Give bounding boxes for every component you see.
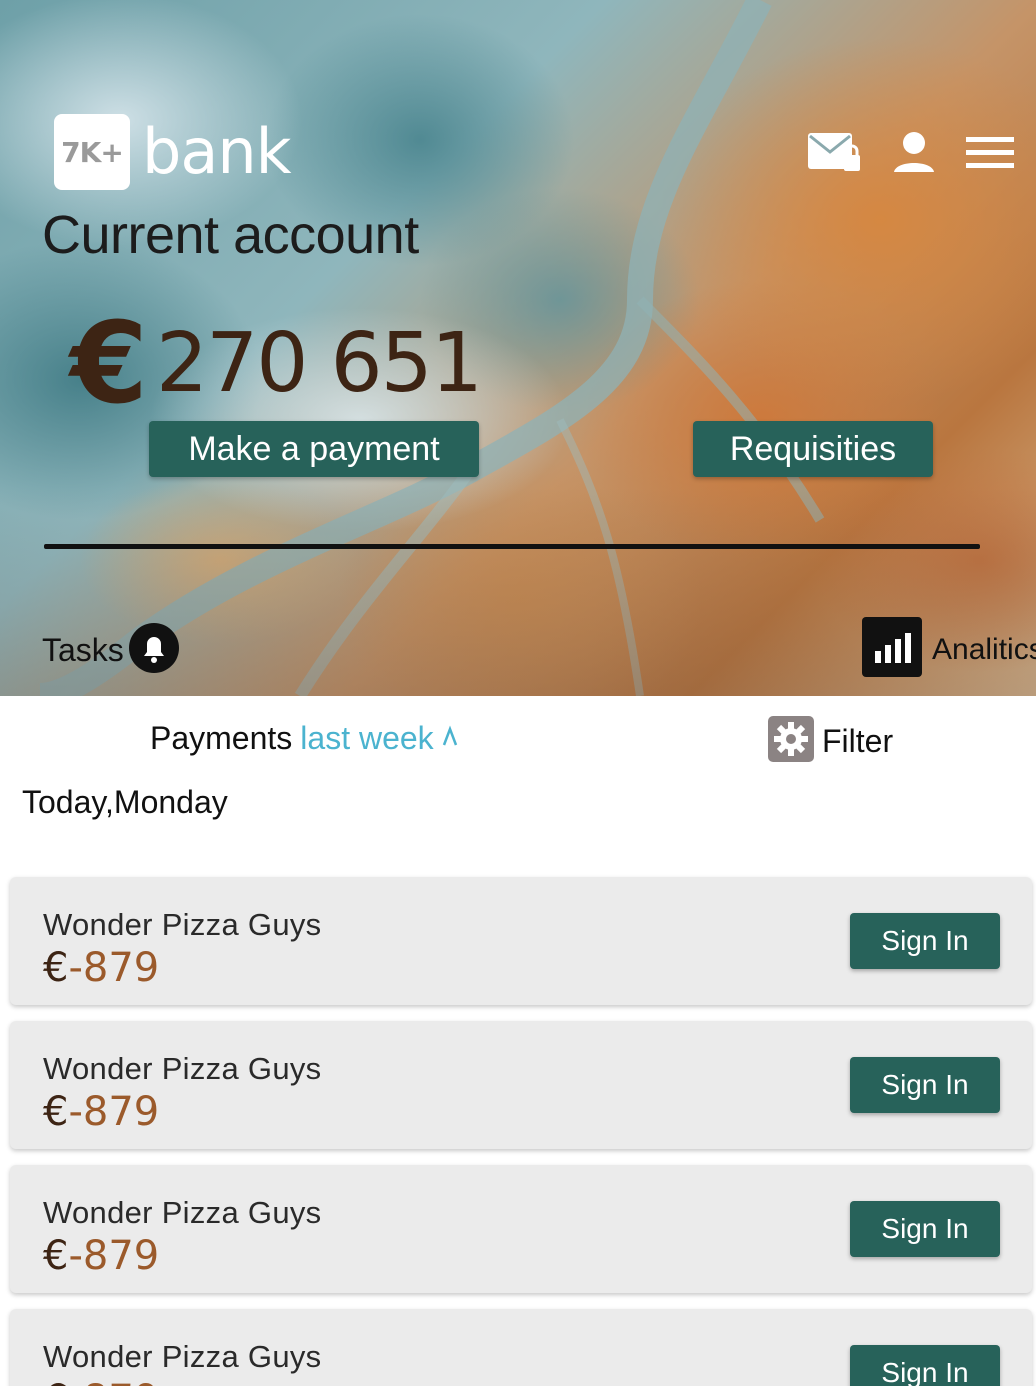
caret-up-icon[interactable] [442, 725, 458, 752]
currency-symbol: € [70, 299, 148, 429]
transaction-amount: € -879 [43, 1377, 159, 1386]
transaction-amount: € -879 [43, 1233, 159, 1279]
hero-divider [44, 544, 980, 549]
logo-mark: 7K+ [54, 114, 130, 190]
make-payment-button[interactable]: Make a payment [149, 421, 479, 477]
currency-symbol: € [43, 945, 69, 991]
transaction-card[interactable]: Wonder Pizza Guys € -879 Sign In [10, 1165, 1032, 1293]
account-title: Current account [42, 205, 419, 265]
merchant-name: Wonder Pizza Guys [43, 1195, 322, 1230]
transaction-card[interactable]: Wonder Pizza Guys € -879 Sign In [10, 877, 1032, 1005]
sign-in-button[interactable]: Sign In [850, 1201, 1000, 1257]
amount-value: -879 [68, 1377, 159, 1386]
bell-icon [128, 622, 180, 679]
currency-symbol: € [43, 1089, 69, 1135]
analytics-chart-icon [862, 617, 922, 682]
payments-title: Payments [150, 720, 293, 756]
filter-button[interactable]: Filter [768, 716, 893, 767]
merchant-name: Wonder Pizza Guys [43, 907, 322, 942]
user-icon[interactable] [892, 130, 936, 179]
amount-value: -879 [68, 1089, 160, 1135]
merchant-name: Wonder Pizza Guys [43, 1339, 322, 1374]
transaction-amount: € -879 [43, 945, 159, 991]
currency-symbol: € [43, 1233, 69, 1279]
transaction-card[interactable]: Wonder Pizza Guys € -879 Sign In [10, 1021, 1032, 1149]
sign-in-button[interactable]: Sign In [850, 1345, 1000, 1386]
transaction-amount: € -879 [43, 1089, 159, 1135]
account-balance: € 270 651 [70, 299, 483, 429]
mail-lock-icon[interactable] [806, 131, 862, 178]
hero-banner: 7K+ bank Current account € 270 651 Make … [0, 0, 1036, 696]
amount-value: -879 [68, 1233, 160, 1279]
tasks-link[interactable]: Tasks [42, 622, 180, 679]
transaction-card[interactable]: Wonder Pizza Guys € -879 Sign In [10, 1309, 1032, 1386]
logo-word: bank [142, 115, 292, 188]
payments-header: Payments last week [150, 720, 458, 757]
period-selector[interactable]: last week [300, 720, 433, 757]
analytics-link[interactable]: Analitics [862, 617, 1036, 682]
tasks-label: Tasks [42, 632, 124, 668]
sign-in-button[interactable]: Sign In [850, 1057, 1000, 1113]
sign-in-button[interactable]: Sign In [850, 913, 1000, 969]
merchant-name: Wonder Pizza Guys [43, 1051, 322, 1086]
balance-amount: 270 651 [155, 316, 483, 411]
hamburger-menu-icon[interactable] [966, 134, 1014, 175]
currency-symbol: € [43, 1377, 68, 1386]
gear-icon [768, 716, 814, 767]
analytics-label: Analitics [932, 632, 1036, 666]
requisities-button[interactable]: Requisities [693, 421, 933, 477]
header-actions [806, 130, 1014, 179]
filter-label: Filter [822, 723, 894, 759]
bank-logo[interactable]: 7K+ bank [54, 114, 292, 190]
day-heading: Today,Monday [22, 784, 228, 820]
amount-value: -879 [68, 945, 160, 991]
